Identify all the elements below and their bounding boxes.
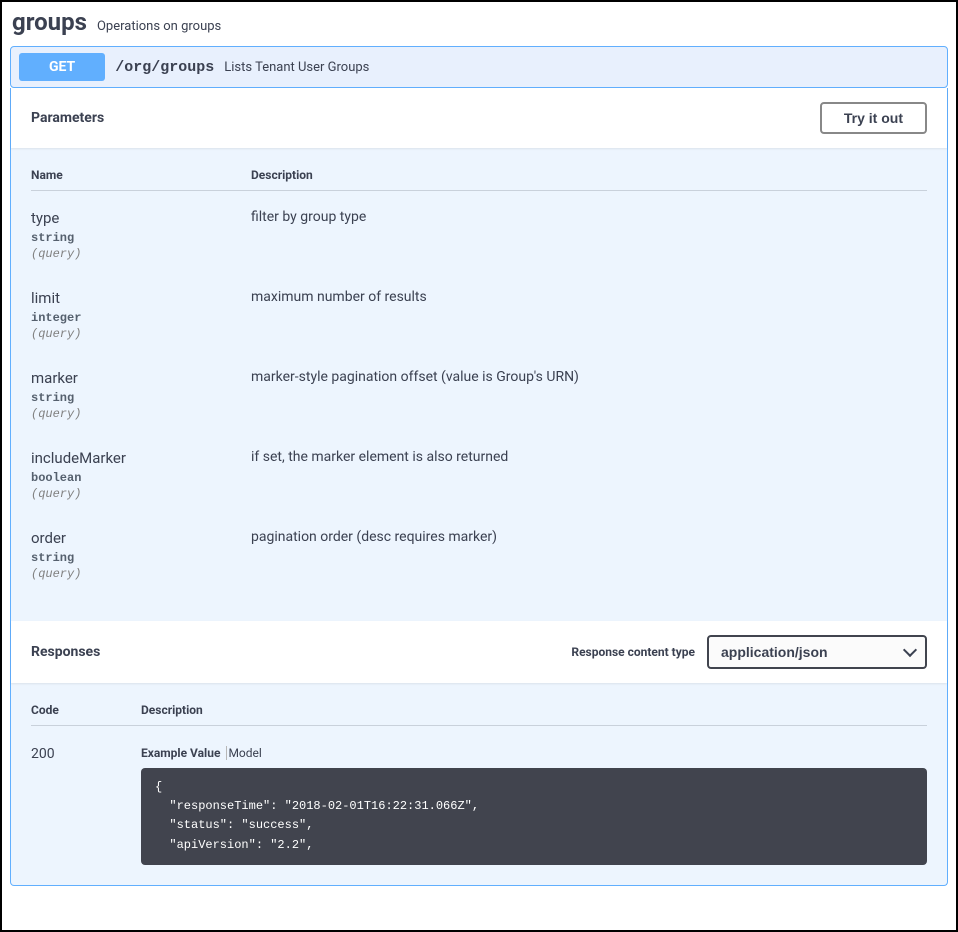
page-subtitle: Operations on groups: [97, 19, 221, 34]
page-header: groups Operations on groups: [2, 2, 956, 46]
tab-example-value[interactable]: Example Value: [141, 746, 227, 760]
response-content-type-select[interactable]: application/json: [707, 635, 927, 669]
responses-section-header: Responses Response content type applicat…: [11, 621, 947, 683]
responses-heading: Responses: [31, 644, 100, 660]
param-type: string: [31, 391, 251, 405]
param-description: filter by group type: [251, 209, 927, 261]
parameter-row: includeMarker boolean (query) if set, th…: [31, 449, 927, 501]
param-description: marker-style pagination offset (value is…: [251, 369, 927, 421]
param-name: type: [31, 209, 251, 227]
endpoint-summary: Lists Tenant User Groups: [224, 60, 369, 75]
endpoint-path: /org/groups: [115, 59, 214, 76]
parameters-table-header: Name Description: [31, 168, 927, 191]
response-row: 200 Example Value Model { "responseTime"…: [31, 746, 927, 865]
operation-block: GET /org/groups Lists Tenant User Groups…: [10, 46, 948, 886]
param-type: integer: [31, 311, 251, 325]
response-code: 200: [31, 746, 141, 865]
tab-model[interactable]: Model: [228, 746, 267, 760]
operation-body: Parameters Try it out Name Description t…: [10, 88, 948, 886]
param-location: (query): [31, 327, 251, 341]
param-type: string: [31, 551, 251, 565]
try-it-out-button[interactable]: Try it out: [820, 102, 927, 134]
column-header-description: Description: [251, 168, 927, 182]
parameter-row: type string (query) filter by group type: [31, 209, 927, 261]
response-content-type-wrap: Response content type application/json: [571, 635, 927, 669]
response-description-block: Example Value Model { "responseTime": "2…: [141, 746, 927, 865]
parameters-table: Name Description type string (query) fil…: [11, 148, 947, 621]
param-type: boolean: [31, 471, 251, 485]
param-name: limit: [31, 289, 251, 307]
responses-table-header: Code Description: [31, 703, 927, 726]
column-header-name: Name: [31, 168, 251, 182]
example-json-block[interactable]: { "responseTime": "2018-02-01T16:22:31.0…: [141, 768, 927, 865]
parameters-section-header: Parameters Try it out: [11, 88, 947, 148]
parameter-row: limit integer (query) maximum number of …: [31, 289, 927, 341]
param-location: (query): [31, 487, 251, 501]
response-tabs: Example Value Model: [141, 746, 927, 760]
param-name: order: [31, 529, 251, 547]
param-location: (query): [31, 247, 251, 261]
param-description: if set, the marker element is also retur…: [251, 449, 927, 501]
param-location: (query): [31, 407, 251, 421]
response-content-type-label: Response content type: [571, 645, 695, 659]
param-description: pagination order (desc requires marker): [251, 529, 927, 581]
responses-table: Code Description 200 Example Value Model…: [11, 683, 947, 885]
parameter-row: order string (query) pagination order (d…: [31, 529, 927, 581]
param-location: (query): [31, 567, 251, 581]
http-method-badge: GET: [19, 53, 105, 81]
operation-header[interactable]: GET /org/groups Lists Tenant User Groups: [10, 46, 948, 88]
param-description: maximum number of results: [251, 289, 927, 341]
param-name: includeMarker: [31, 449, 251, 467]
column-header-code: Code: [31, 703, 141, 717]
column-header-description: Description: [141, 703, 927, 717]
param-name: marker: [31, 369, 251, 387]
parameter-row: marker string (query) marker-style pagin…: [31, 369, 927, 421]
param-type: string: [31, 231, 251, 245]
parameters-heading: Parameters: [31, 110, 104, 126]
page-title: groups: [12, 8, 87, 36]
